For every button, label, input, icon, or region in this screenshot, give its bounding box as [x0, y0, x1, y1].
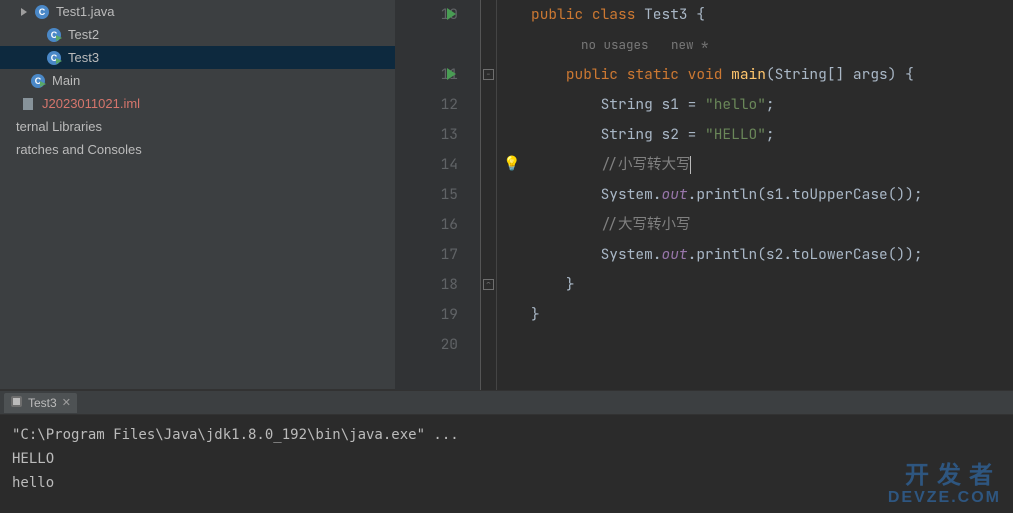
- run-config-icon: [10, 395, 23, 411]
- console-line: hello: [12, 471, 1001, 495]
- tree-item-ratches-and-consoles[interactable]: ratches and Consoles: [0, 138, 395, 161]
- code-line[interactable]: System.out.println(s1.toUpperCase());: [531, 180, 1013, 210]
- class-run-icon: C: [46, 50, 62, 66]
- tree-item-label: Test3: [68, 50, 99, 65]
- run-tool-window[interactable]: Test3 ✕ "C:\Program Files\Java\jdk1.8.0_…: [0, 390, 1013, 513]
- intention-bulb-icon[interactable]: 💡: [503, 155, 520, 173]
- tree-item-label: ratches and Consoles: [16, 142, 142, 157]
- fold-icon[interactable]: ⌃: [483, 279, 494, 290]
- fold-icon[interactable]: −: [483, 69, 494, 80]
- code-line[interactable]: String s1 = "hello";: [531, 90, 1013, 120]
- code-line[interactable]: public static void main(String[] args) {: [531, 60, 1013, 90]
- marker-column[interactable]: 💡: [497, 0, 525, 390]
- code-line[interactable]: //小写转大写: [531, 150, 1013, 180]
- run-tab-bar[interactable]: Test3 ✕: [0, 391, 1013, 415]
- fold-column[interactable]: −⌃: [481, 0, 497, 390]
- code-line[interactable]: }: [531, 300, 1013, 330]
- inlay-hint: no usages new *: [531, 30, 1013, 60]
- project-tree[interactable]: C Test1.java C Test2 C Test3 C Main J2023011021.…: [0, 0, 395, 390]
- chevron-right-icon[interactable]: [18, 6, 30, 18]
- run-gutter-icon[interactable]: [447, 8, 456, 20]
- tree-item-test3[interactable]: C Test3: [0, 46, 395, 69]
- tree-item-label: Test1.java: [56, 4, 115, 19]
- class-run-icon: C: [46, 27, 62, 43]
- code-line[interactable]: //大写转小写: [531, 210, 1013, 240]
- class-run-icon: C: [30, 73, 46, 89]
- run-gutter-icon[interactable]: [447, 68, 456, 80]
- code-line[interactable]: System.out.println(s2.toLowerCase());: [531, 240, 1013, 270]
- tree-item-main[interactable]: C Main: [0, 69, 395, 92]
- line-number-gutter[interactable]: 10 11121314151617181920: [395, 0, 481, 390]
- tree-item-test2[interactable]: C Test2: [0, 23, 395, 46]
- line-number[interactable]: 12: [395, 90, 458, 120]
- code-line[interactable]: [531, 330, 1013, 360]
- run-tab-label-text: Test3: [28, 396, 57, 410]
- line-number[interactable]: 11: [395, 60, 458, 90]
- code-line[interactable]: String s2 = "HELLO";: [531, 120, 1013, 150]
- tree-item-label: ternal Libraries: [16, 119, 102, 134]
- code-area[interactable]: public class Test3 {no usages new * publ…: [525, 0, 1013, 390]
- line-number[interactable]: 19: [395, 300, 458, 330]
- line-number[interactable]: 18: [395, 270, 458, 300]
- file-icon: [20, 96, 36, 112]
- line-number[interactable]: 17: [395, 240, 458, 270]
- run-tab[interactable]: Test3 ✕: [4, 393, 77, 413]
- tree-item-j2023011021-iml[interactable]: J2023011021.iml: [0, 92, 395, 115]
- line-number[interactable]: 16: [395, 210, 458, 240]
- tree-item-label: Main: [52, 73, 80, 88]
- console-line: HELLO: [12, 447, 1001, 471]
- console-line: "C:\Program Files\Java\jdk1.8.0_192\bin\…: [12, 423, 1001, 447]
- line-number[interactable]: [395, 30, 458, 60]
- java-class-icon: C: [34, 4, 50, 20]
- svg-text:C: C: [39, 7, 46, 17]
- tree-item-label: Test2: [68, 27, 99, 42]
- line-number[interactable]: 13: [395, 120, 458, 150]
- code-line[interactable]: public class Test3 {: [531, 0, 1013, 30]
- line-number[interactable]: 15: [395, 180, 458, 210]
- tree-item-ternal-libraries[interactable]: ternal Libraries: [0, 115, 395, 138]
- code-editor[interactable]: 1011121314151617181920 −⌃ 💡 public class…: [395, 0, 1013, 390]
- line-number[interactable]: 20: [395, 330, 458, 360]
- code-line[interactable]: }: [531, 270, 1013, 300]
- tree-item-label: J2023011021.iml: [42, 96, 140, 111]
- line-number[interactable]: 14: [395, 150, 458, 180]
- console-output[interactable]: "C:\Program Files\Java\jdk1.8.0_192\bin\…: [0, 415, 1013, 513]
- line-number[interactable]: 10: [395, 0, 458, 30]
- close-icon[interactable]: ✕: [62, 396, 71, 409]
- tree-item-test1-java[interactable]: C Test1.java: [0, 0, 395, 23]
